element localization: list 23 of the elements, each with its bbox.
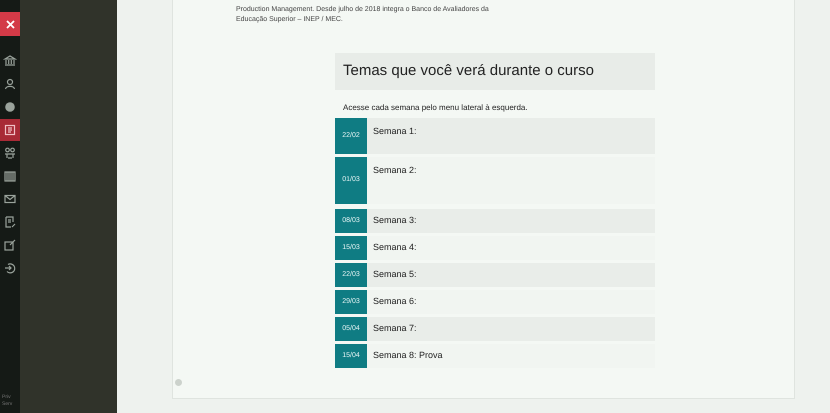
people-icon <box>3 146 17 160</box>
document-icon <box>3 123 17 137</box>
week-label: Semana 8: Prova <box>372 349 444 362</box>
week-label: Semana 5: <box>372 268 418 282</box>
bank-icon <box>3 54 17 68</box>
section-subtitle: Acesse cada semana pelo menu lateral à esquerda. <box>342 102 529 114</box>
edit-icon <box>3 238 17 252</box>
week-label: Semana 3: <box>372 214 418 228</box>
week-label: Semana 4: <box>372 241 418 254</box>
week-label: Semana 7: <box>372 322 418 336</box>
week-label: Semana 1: <box>372 124 418 138</box>
dot-icon <box>175 379 182 386</box>
calendar-icon <box>3 169 17 183</box>
section-title: Temas que você verá durante o curso <box>335 53 655 90</box>
close-button[interactable] <box>0 12 20 36</box>
week-label: Semana 6: <box>372 295 418 308</box>
logout-icon <box>3 261 17 275</box>
mail-icon <box>3 192 17 206</box>
sidebar-item[interactable] <box>0 119 20 141</box>
close-icon <box>6 20 14 28</box>
week-label: Semana 2: <box>372 164 418 177</box>
person-icon <box>3 77 17 91</box>
notes-icon <box>3 215 17 229</box>
